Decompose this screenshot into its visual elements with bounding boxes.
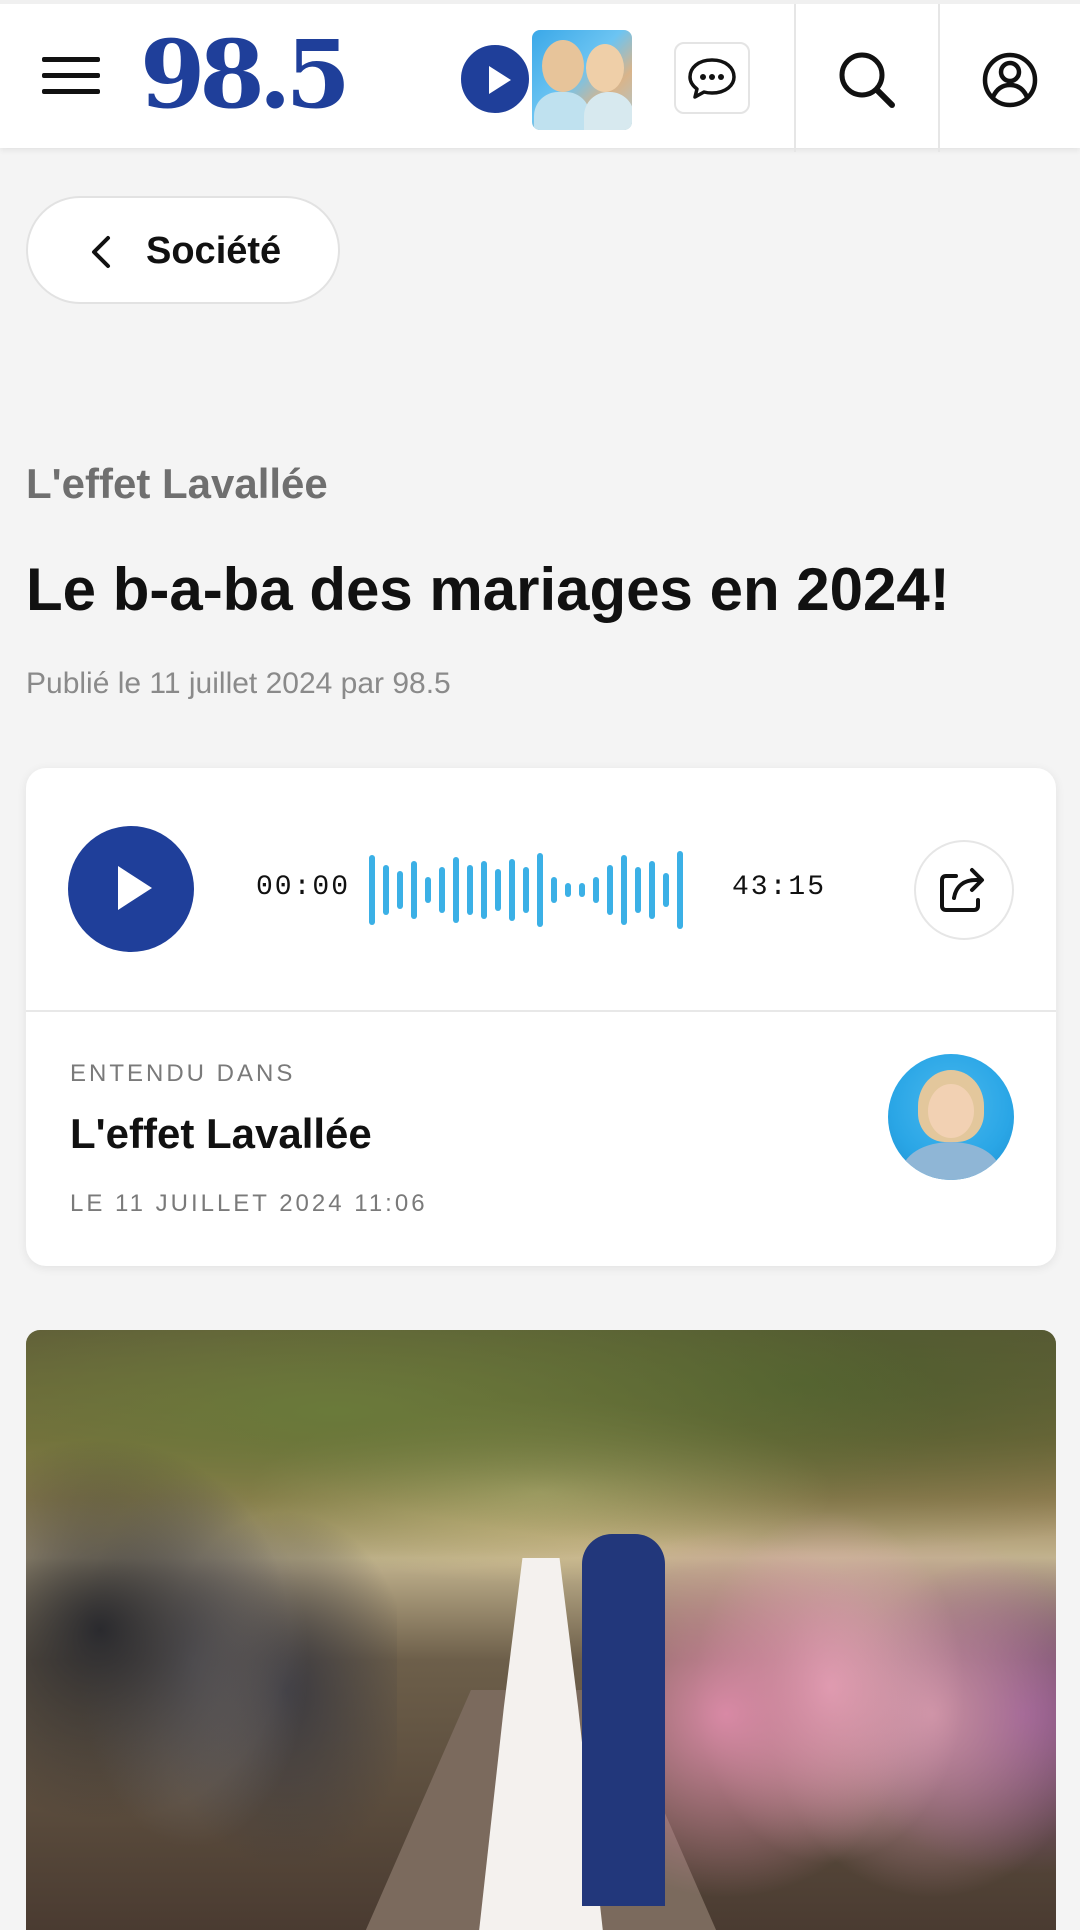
aired-datetime: LE 11 JUILLET 2024 11:06: [70, 1190, 428, 1217]
search-icon: [839, 52, 895, 108]
share-icon: [940, 868, 984, 912]
top-header: 98.5: [0, 0, 1080, 152]
back-to-section-button[interactable]: Société: [26, 196, 340, 304]
live-show-thumbnail[interactable]: [532, 30, 632, 130]
account-icon: [982, 52, 1038, 108]
host-avatar[interactable]: [888, 1054, 1014, 1180]
total-duration: 43:15: [732, 872, 827, 903]
article-byline: Publié le 11 juillet 2024 par 98.5: [26, 667, 451, 700]
chat-bubble-icon: [688, 58, 736, 99]
back-label: Société: [146, 230, 282, 272]
chat-button[interactable]: [674, 42, 750, 114]
card-divider: [26, 1010, 1056, 1012]
heard-in-show-name[interactable]: L'effet Lavallée: [70, 1106, 372, 1162]
waveform-scrubber[interactable]: [368, 850, 698, 930]
hamburger-menu-icon[interactable]: [42, 57, 100, 95]
show-label[interactable]: L'effet Lavallée: [26, 456, 328, 512]
play-button[interactable]: [68, 826, 194, 952]
article-hero-image: [26, 1330, 1056, 1930]
article-title: Le b-a-ba des mariages en 2024!: [26, 556, 950, 623]
audio-player-card: 00:00 43:15 ENTENDU DANS L'effet Lavallé…: [26, 768, 1056, 1266]
heard-in-label: ENTENDU DANS: [70, 1060, 296, 1087]
play-icon[interactable]: [458, 42, 532, 116]
chevron-left-icon: [92, 236, 110, 268]
site-logo[interactable]: 98.5: [140, 20, 351, 130]
account-button[interactable]: [940, 4, 1080, 152]
share-button[interactable]: [914, 840, 1014, 940]
live-player-button[interactable]: [458, 28, 634, 130]
current-time: 00:00: [256, 872, 351, 903]
search-button[interactable]: [796, 4, 940, 152]
